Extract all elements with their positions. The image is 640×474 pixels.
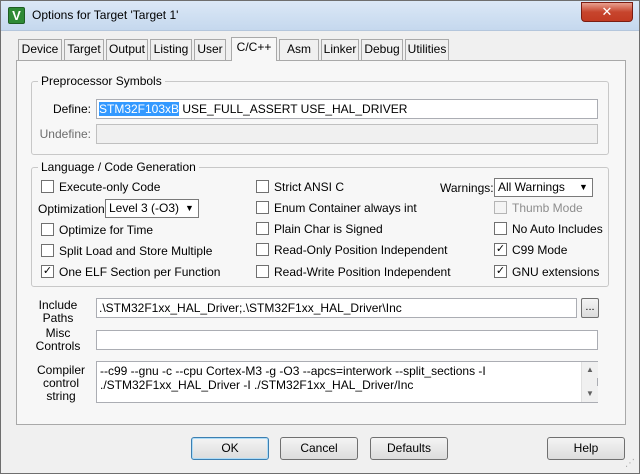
window-title: Options for Target 'Target 1' (32, 8, 179, 22)
tab-linker[interactable]: Linker (321, 39, 359, 60)
c99-mode-checkbox[interactable]: ✓ (494, 243, 507, 256)
define-input[interactable]: STM32F103xB USE_FULL_ASSERT USE_HAL_DRIV… (96, 99, 598, 119)
checkmark-icon: ✓ (42, 265, 53, 277)
plain-char-checkbox[interactable] (256, 222, 269, 235)
misc-controls-label: Misc Controls (31, 327, 85, 353)
enum-container-checkbox[interactable] (256, 201, 269, 214)
execute-only-checkbox[interactable] (41, 180, 54, 193)
warnings-value: All Warnings (498, 180, 565, 194)
checkmark-icon: ✓ (495, 243, 506, 255)
preprocessor-group-title: Preprocessor Symbols (38, 74, 165, 88)
plain-char-label: Plain Char is Signed (274, 222, 383, 236)
tab-listing[interactable]: Listing (150, 39, 192, 60)
title-bar[interactable]: V Options for Target 'Target 1' ✕ (1, 1, 639, 31)
undefine-label: Undefine: (39, 127, 91, 141)
undefine-input[interactable] (96, 124, 598, 144)
thumb-mode-label: Thumb Mode (512, 201, 583, 215)
defaults-button[interactable]: Defaults (370, 437, 448, 460)
include-paths-input[interactable]: .\STM32F1xx_HAL_Driver;.\STM32F1xx_HAL_D… (96, 298, 577, 318)
ok-button[interactable]: OK (191, 437, 269, 460)
tab-utilities[interactable]: Utilities (405, 39, 449, 60)
tab-device[interactable]: Device (18, 39, 62, 60)
scroll-down-icon[interactable]: ▼ (582, 386, 598, 402)
enum-container-label: Enum Container always int (274, 201, 417, 215)
optimization-label: Optimization: (38, 202, 109, 216)
c99-mode-label: C99 Mode (512, 243, 568, 257)
gnu-ext-label: GNU extensions (512, 265, 600, 279)
keil-app-icon: V (8, 7, 25, 24)
no-auto-includes-label: No Auto Includes (512, 222, 603, 236)
one-elf-checkbox[interactable]: ✓ (41, 265, 54, 278)
tab-debug[interactable]: Debug (361, 39, 403, 60)
optimize-time-checkbox[interactable] (41, 223, 54, 236)
compiler-control-string[interactable]: --c99 --gnu -c --cpu Cortex-M3 -g -O3 --… (96, 361, 598, 403)
warnings-label: Warnings: (440, 181, 494, 195)
chevron-down-icon: ▼ (185, 203, 194, 213)
compiler-control-label: Compiler control string (31, 364, 91, 403)
options-dialog: V Options for Target 'Target 1' ✕ Device… (0, 0, 640, 474)
tab-target[interactable]: Target (64, 39, 104, 60)
chevron-down-icon: ▼ (579, 182, 588, 192)
tab-c-cpp[interactable]: C/C++ (231, 37, 277, 61)
scroll-up-icon[interactable]: ▲ (582, 362, 598, 378)
include-paths-label: Include Paths (31, 299, 85, 325)
split-load-label: Split Load and Store Multiple (59, 244, 213, 258)
split-load-checkbox[interactable] (41, 244, 54, 257)
execute-only-label: Execute-only Code (59, 180, 161, 194)
tab-asm[interactable]: Asm (279, 39, 319, 60)
no-auto-includes-checkbox[interactable] (494, 222, 507, 235)
include-label-line2: Paths (42, 311, 74, 325)
gnu-ext-checkbox[interactable]: ✓ (494, 265, 507, 278)
tab-output[interactable]: Output (106, 39, 148, 60)
browse-include-button[interactable]: ... (581, 298, 599, 318)
compiler-scrollbar[interactable]: ▲ ▼ (581, 362, 598, 402)
help-button[interactable]: Help (547, 437, 625, 460)
compiler-label-line3: string (46, 389, 76, 403)
strict-ansi-checkbox[interactable] (256, 180, 269, 193)
warnings-select[interactable]: All Warnings ▼ (494, 178, 593, 197)
resize-grip-icon[interactable]: ⋰ (625, 459, 637, 471)
one-elf-label: One ELF Section per Function (59, 265, 221, 279)
rw-pi-checkbox[interactable] (256, 265, 269, 278)
ro-pi-label: Read-Only Position Independent (274, 243, 448, 257)
define-selected-text: STM32F103xB (99, 102, 180, 116)
tab-user[interactable]: User (194, 39, 226, 60)
close-button[interactable]: ✕ (581, 2, 633, 22)
misc-label-line2: Controls (35, 339, 81, 353)
optimize-time-label: Optimize for Time (59, 223, 154, 237)
optimization-select[interactable]: Level 3 (-O3) ▼ (105, 199, 199, 218)
checkmark-icon: ✓ (495, 265, 506, 277)
ro-pi-checkbox[interactable] (256, 243, 269, 256)
define-label: Define: (52, 102, 91, 116)
define-rest-text: USE_FULL_ASSERT USE_HAL_DRIVER (179, 102, 408, 116)
thumb-mode-checkbox[interactable] (494, 201, 507, 214)
optimization-value: Level 3 (-O3) (109, 201, 180, 215)
misc-controls-input[interactable] (96, 330, 598, 350)
rw-pi-label: Read-Write Position Independent (274, 265, 451, 279)
strict-ansi-label: Strict ANSI C (274, 180, 345, 194)
cancel-button[interactable]: Cancel (280, 437, 358, 460)
language-group-title: Language / Code Generation (38, 160, 199, 174)
